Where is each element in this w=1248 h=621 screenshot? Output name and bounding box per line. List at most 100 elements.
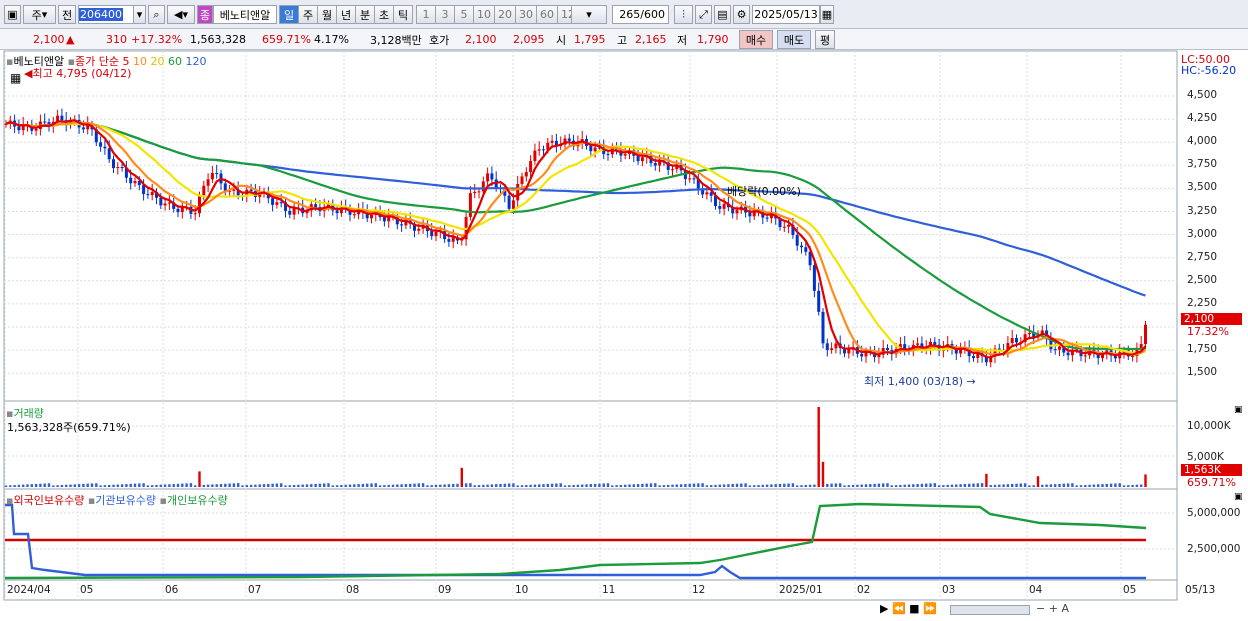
volume-bar	[112, 484, 115, 487]
volume-bar	[1135, 484, 1139, 487]
legend-ma60: 60	[168, 55, 183, 68]
candle-body	[782, 226, 786, 228]
calendar-icon[interactable]: ▦	[10, 71, 21, 85]
volume-bar	[473, 485, 476, 487]
volume-bar	[211, 484, 214, 487]
volume-bar	[176, 483, 180, 487]
volume-bar	[834, 483, 838, 487]
date-tick: 12	[692, 584, 706, 596]
volume-bar	[1071, 483, 1074, 487]
candle-body	[481, 181, 485, 192]
candle-body	[17, 126, 21, 131]
rewind-icon[interactable]: ⏪	[892, 602, 906, 615]
volume-bar	[1066, 483, 1070, 487]
candle-body	[507, 195, 511, 209]
volume-bar	[228, 483, 231, 487]
candle-body	[795, 235, 799, 246]
volume-bar	[998, 484, 1001, 487]
low-note-text: 최저 1,400 (03/18)	[864, 375, 964, 388]
candle-body	[800, 245, 803, 248]
candle-body	[722, 203, 726, 209]
last-pct: 17.32%	[1187, 325, 1229, 338]
volume-bar	[1101, 484, 1104, 487]
volume-bar	[1032, 485, 1035, 487]
volume-bar	[366, 483, 369, 487]
volume-bar	[155, 484, 158, 487]
volume-bar	[495, 484, 498, 487]
date-tick: 2025/01	[779, 584, 823, 596]
volume-bar	[249, 484, 253, 487]
volume-bar	[327, 483, 330, 487]
candle-body	[163, 203, 167, 206]
volume-bar	[907, 484, 911, 487]
volume-bar	[47, 483, 51, 487]
volume-bar	[568, 485, 571, 487]
volume-bar	[963, 483, 967, 487]
candle-body	[1027, 332, 1031, 335]
volume-bar	[1088, 484, 1091, 487]
volume-bar	[353, 484, 356, 487]
candle-body	[271, 198, 275, 205]
volume-bar	[718, 484, 721, 487]
candle-body	[830, 348, 834, 351]
zoom-plus-icon[interactable]: +	[1049, 602, 1058, 615]
volume-bar	[1054, 484, 1057, 487]
volume-bar	[576, 484, 580, 487]
candle-body	[120, 166, 124, 168]
candle-body	[176, 208, 180, 213]
volume-bar	[740, 483, 743, 487]
candle-body	[198, 195, 201, 214]
volume-bar	[559, 483, 562, 487]
volume-bar	[469, 483, 472, 487]
volume-bar	[409, 483, 412, 487]
volume-bar	[357, 484, 360, 487]
volume-bar	[791, 483, 795, 487]
hc-label: HC:-56.20	[1181, 64, 1237, 77]
close-panel-icon[interactable]: ▣	[1234, 405, 1243, 415]
holdings-tick-2.5m: 2,500,000	[1187, 543, 1241, 555]
stop-icon[interactable]: ■	[909, 602, 919, 615]
volume-bar	[972, 483, 975, 487]
date-tick: 07	[248, 584, 262, 596]
candle-body	[335, 210, 339, 214]
volume-bar	[765, 484, 769, 487]
stock-chart[interactable]	[0, 0, 1248, 621]
scroll-controls: ▶ ⏪ ■ ⏩	[880, 602, 937, 615]
volume-bar	[267, 483, 270, 487]
last-price-tag: 2,100	[1181, 313, 1242, 325]
candle-body	[60, 115, 64, 121]
holdings-legend: ▪외국인보유수량 ▪기관보유수량 ▪개인보유수량	[6, 494, 228, 507]
volume-bar	[667, 484, 670, 487]
candle-body	[193, 213, 197, 215]
candle-body	[671, 169, 674, 171]
volume-bar	[662, 485, 666, 487]
candle-body	[589, 145, 593, 152]
volume-bar	[774, 484, 777, 487]
volume-bar	[817, 407, 820, 487]
forward-icon[interactable]: ⏩	[923, 602, 937, 615]
volume-bar	[894, 485, 898, 487]
volume-bar	[955, 484, 958, 487]
candle-body	[550, 140, 554, 143]
candle-body	[834, 343, 838, 349]
font-size-icon[interactable]: A	[1061, 602, 1069, 615]
volume-bar	[520, 485, 524, 487]
scrollbar[interactable]	[950, 605, 1030, 615]
volume-bar	[1028, 485, 1031, 487]
candle-body	[202, 185, 206, 196]
play-icon[interactable]: ▶	[880, 602, 888, 615]
volume-bar	[1002, 484, 1005, 487]
candle-body	[1131, 356, 1135, 358]
volume-bar	[581, 484, 584, 487]
volume-bar	[460, 467, 463, 487]
volume-bar	[103, 485, 107, 487]
volume-bar	[869, 484, 872, 487]
close-panel-icon[interactable]: ▣	[1234, 492, 1243, 502]
volume-bar	[1097, 484, 1100, 487]
volume-bar	[688, 483, 691, 487]
volume-bar	[658, 485, 661, 487]
volume-bar	[1058, 483, 1061, 487]
volume-bar	[1041, 484, 1044, 487]
zoom-minus-icon[interactable]: −	[1036, 602, 1045, 615]
volume-bar	[426, 485, 429, 487]
